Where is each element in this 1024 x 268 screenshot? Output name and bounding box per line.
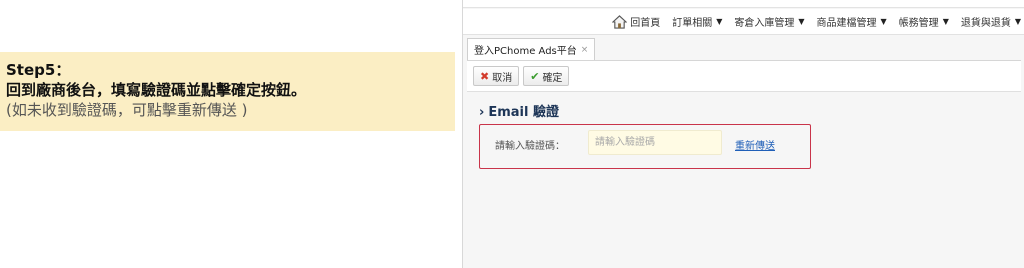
- instruction-panel: Step5： 回到廠商後台，填寫驗證碼並點擊確定按鈕。 (如未收到驗證碼，可點擊…: [0, 52, 455, 131]
- caret-down-icon: ▼: [1014, 17, 1021, 26]
- menu-item-label: 商品建檔管理: [816, 18, 877, 29]
- home-icon: [612, 14, 628, 29]
- menu-item-products[interactable]: 商品建檔管理 ▼: [817, 14, 887, 29]
- menu-item-warehouse[interactable]: 寄倉入庫管理 ▼: [734, 14, 804, 29]
- caret-down-icon: ▼: [942, 17, 949, 26]
- menu-item-label: 帳務管理: [898, 18, 939, 29]
- section-title-text: Email 驗證: [488, 105, 559, 120]
- top-strip: [463, 0, 1024, 8]
- menu-item-label: 訂單相關: [672, 18, 713, 29]
- confirm-label: 確定: [542, 72, 563, 84]
- menu-home-label: 回首頁: [630, 18, 661, 29]
- instruction-main: 回到廠商後台，填寫驗證碼並點擊確定按鈕。: [6, 81, 307, 99]
- caret-down-icon: ▼: [716, 17, 723, 26]
- verification-code-label: 請輸入驗證碼：: [495, 141, 565, 152]
- app-window: 回首頁 訂單相關 ▼ 寄倉入庫管理 ▼ 商品建檔管理 ▼ 帳務管理 ▼ 退貨與退貨 ▼ 登…: [462, 0, 1024, 268]
- top-menu-bar: 回首頁 訂單相關 ▼ 寄倉入庫管理 ▼ 商品建檔管理 ▼ 帳務管理 ▼ 退貨與退貨 ▼: [463, 9, 1024, 35]
- menu-item-label: 退貨與退貨: [960, 18, 1011, 29]
- chevron-right-icon: ›: [479, 105, 485, 120]
- menu-home[interactable]: 回首頁: [612, 14, 660, 29]
- resend-link[interactable]: 重新傳送: [735, 137, 775, 152]
- check-icon: ✔: [530, 69, 540, 83]
- confirm-button[interactable]: ✔ 確定: [523, 66, 570, 86]
- tab-pchome-ads-login[interactable]: 登入PChome Ads平台 ×: [467, 38, 596, 60]
- instruction-note: (如未收到驗證碼，可點擊重新傳送 ): [6, 101, 248, 119]
- menu-item-returns[interactable]: 退貨與退貨 ▼: [961, 14, 1021, 29]
- section-title: › Email 驗證: [479, 101, 559, 120]
- caret-down-icon: ▼: [798, 17, 805, 26]
- tab-bar: 登入PChome Ads平台 ×: [467, 38, 596, 60]
- menu-item-label: 寄倉入庫管理: [734, 18, 795, 29]
- cancel-button[interactable]: ✖ 取消: [473, 66, 520, 86]
- close-icon[interactable]: ×: [581, 45, 589, 55]
- menu-item-accounts[interactable]: 帳務管理 ▼: [899, 14, 949, 29]
- step-heading: Step5：: [6, 61, 71, 79]
- toolbar: ✖ 取消 ✔ 確定: [467, 60, 1021, 92]
- caret-down-icon: ▼: [880, 17, 887, 26]
- tab-label: 登入PChome Ads平台: [474, 46, 577, 57]
- cancel-label: 取消: [492, 72, 513, 84]
- menu-item-orders[interactable]: 訂單相關 ▼: [672, 14, 722, 29]
- cancel-icon: ✖: [480, 69, 490, 83]
- verification-code-input[interactable]: [588, 130, 722, 155]
